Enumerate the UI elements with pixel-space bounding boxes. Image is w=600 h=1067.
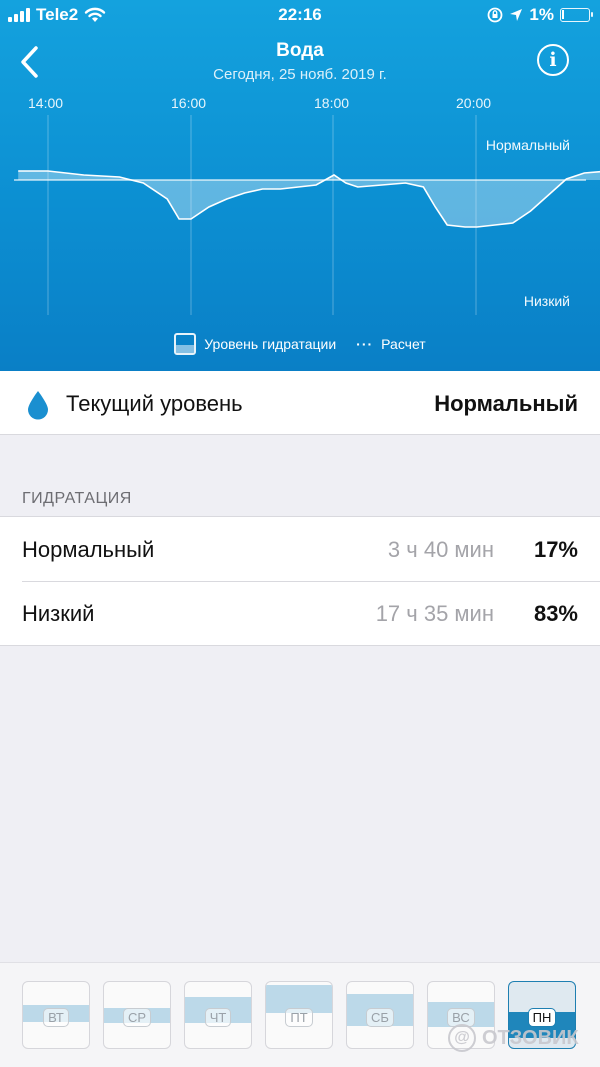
watermark: @ ОТЗОВИК <box>448 1024 579 1052</box>
hydration-plot <box>14 115 600 315</box>
day-label: ПТ <box>285 1008 313 1027</box>
day-tile-thu[interactable]: ЧТ <box>184 981 252 1049</box>
row-name: Низкий <box>22 601 95 626</box>
orientation-lock-icon <box>488 7 503 23</box>
info-button[interactable]: i <box>537 44 569 76</box>
hydration-table: Нормальный 3 ч 40 мин 17% Низкий 17 ч 35… <box>0 516 600 646</box>
day-label: СБ <box>366 1008 394 1027</box>
day-label: ЧТ <box>204 1008 232 1027</box>
current-level-value: Нормальный <box>434 391 578 416</box>
current-level-row: Текущий уровень Нормальный <box>0 371 600 435</box>
legend-swatch <box>174 333 197 355</box>
legend-hydration-label: Уровень гидратации <box>204 336 337 352</box>
section-title: ГИДРАТАЦИЯ <box>22 490 132 507</box>
battery-icon <box>560 8 593 22</box>
page-subtitle: Сегодня, 25 нояб. 2019 г. <box>213 66 387 83</box>
page-title: Вода <box>276 40 324 61</box>
watermark-text: ОТЗОВИК <box>482 1026 579 1049</box>
day-tile-tue[interactable]: ВТ <box>22 981 90 1049</box>
table-row: Низкий 17 ч 35 мин 83% <box>0 581 600 645</box>
hydration-chart: 14:00 16:00 18:00 20:00 Нормальный Низки… <box>0 90 600 330</box>
current-level-label: Текущий уровень <box>66 391 243 416</box>
legend-estimate-label: Расчет <box>381 336 426 352</box>
chart-legend: Уровень гидратации ··· Расчет <box>0 333 600 355</box>
location-icon <box>510 9 523 21</box>
row-name: Нормальный <box>22 537 155 562</box>
status-bar: Tele2 22:16 1% <box>0 0 600 30</box>
battery-percent: 1% <box>529 5 554 24</box>
row-percent: 83% <box>533 601 578 626</box>
day-label: СР <box>122 1008 152 1027</box>
table-row: Нормальный 3 ч 40 мин 17% <box>0 517 600 581</box>
water-drop-icon <box>28 391 48 420</box>
day-tile-wed[interactable]: СР <box>103 981 171 1049</box>
row-duration: 17 ч 35 мин <box>375 601 494 626</box>
watermark-logo-icon: @ <box>448 1024 476 1052</box>
day-label: ВТ <box>43 1008 69 1027</box>
row-duration: 3 ч 40 мин <box>387 537 494 562</box>
legend-dots-icon: ··· <box>356 336 374 352</box>
day-tile-sat[interactable]: СБ <box>346 981 414 1049</box>
row-percent: 17% <box>533 537 578 562</box>
day-tile-fri[interactable]: ПТ <box>265 981 333 1049</box>
hydration-header: Tele2 22:16 1% Вода Сегодня, 25 нояб. 20… <box>0 0 600 371</box>
